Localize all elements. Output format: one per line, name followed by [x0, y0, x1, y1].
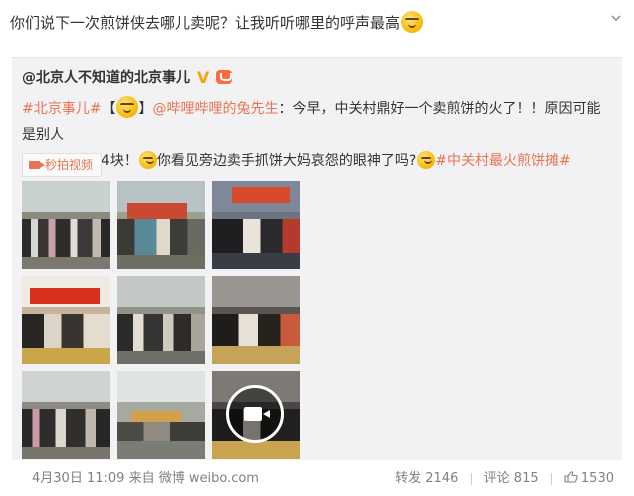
repost-text: #北京事儿#【 】@哔哩哔哩的兔先生：今早，中关村鼎好一个卖煎饼的火了！！原因可能…	[22, 96, 612, 174]
thumb-9-video[interactable]	[212, 371, 300, 459]
thumb-8[interactable]	[117, 371, 205, 459]
repost-author-link[interactable]: @北京人不知道的北京事儿	[22, 70, 190, 86]
post-text: 你们说下一次煎饼侠去哪儿卖呢？让我听听哪里的呼声最高	[10, 10, 424, 36]
repost-author-line: @北京人不知道的北京事儿 V	[22, 68, 233, 88]
comment-button[interactable]: 评论 815	[484, 467, 539, 486]
divider	[470, 472, 472, 485]
divider	[550, 472, 552, 485]
emoji-laugh-icon	[116, 96, 139, 118]
post-meta: 4月30日 11:09 来自 微博 weibo.com	[32, 467, 259, 486]
repost-button[interactable]: 转发 2146	[395, 467, 458, 486]
chevron-down-icon[interactable]	[610, 12, 622, 24]
repost-text-3: 你看见旁边卖手抓饼大妈哀怨的眼神了吗?	[156, 153, 417, 169]
like-icon	[564, 470, 578, 483]
thumb-3[interactable]	[212, 181, 300, 269]
post-footer: 4月30日 11:09 来自 微博 weibo.com 转发 2146 评论 8…	[0, 462, 634, 488]
thumb-4[interactable]	[22, 276, 110, 364]
thumb-7[interactable]	[22, 371, 110, 459]
hashtag-beijing[interactable]: #北京事儿#	[22, 101, 101, 117]
bracket-open: 【	[101, 101, 116, 117]
emoji-cat-icon	[417, 151, 436, 169]
emoji-smirk-icon	[401, 10, 424, 33]
mention-link[interactable]: @哔哩哔哩的兔先生	[152, 101, 278, 117]
emoji-cry-laugh-icon	[138, 151, 157, 169]
video-icon	[29, 160, 45, 169]
verified-v-icon: V	[196, 68, 210, 87]
thumb-6[interactable]	[212, 276, 300, 364]
post-time[interactable]: 4月30日 11:09	[32, 471, 124, 486]
video-link-label: 秒拍视频	[45, 158, 94, 172]
post-source[interactable]: 微博 weibo.com	[159, 471, 259, 486]
bracket-close: 】	[138, 101, 153, 117]
thumb-5[interactable]	[117, 276, 205, 364]
video-link[interactable]: 秒拍视频	[22, 153, 103, 177]
post-actions: 转发 2146 评论 815 1530	[387, 467, 614, 486]
hashtag-zgc[interactable]: #中关村最火煎饼摊#	[435, 153, 570, 169]
play-icon[interactable]	[226, 385, 284, 443]
vip-crown-icon	[216, 70, 233, 84]
thumb-1[interactable]	[22, 181, 110, 269]
source-prefix: 来自	[128, 471, 155, 486]
thumb-2[interactable]	[117, 181, 205, 269]
repost-card: @北京人不知道的北京事儿 V #北京事儿#【 】@哔哩哔哩的兔先生：今早，中关村鼎…	[12, 57, 622, 460]
like-button[interactable]: 1530	[564, 470, 614, 486]
